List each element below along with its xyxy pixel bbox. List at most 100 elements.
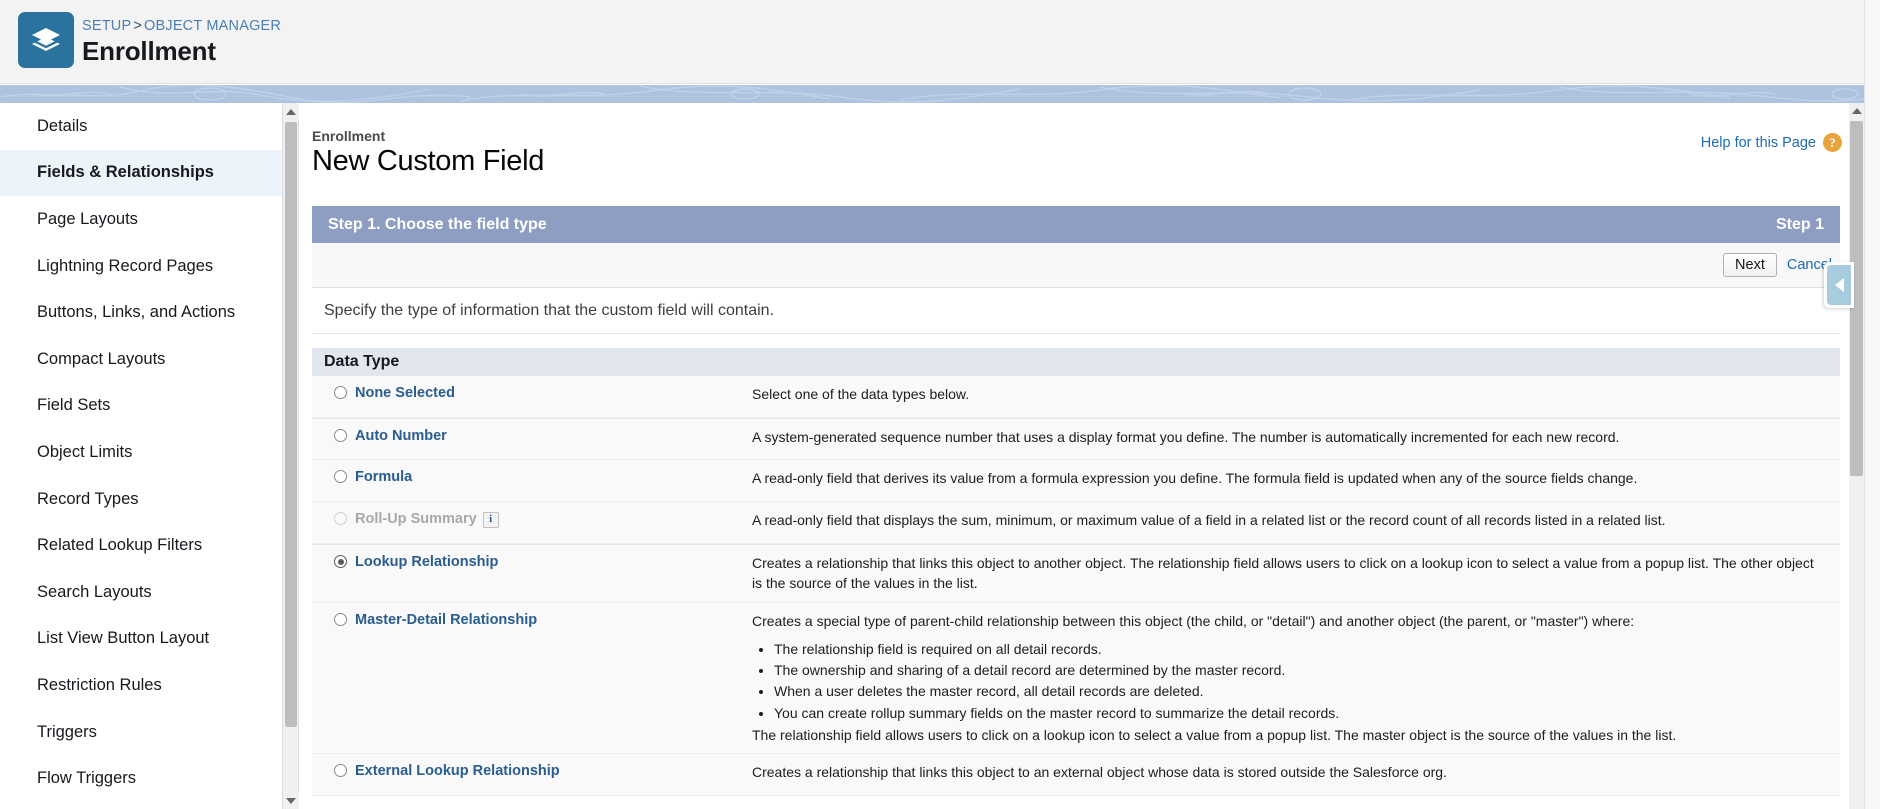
step-title: Step 1. Choose the field type <box>328 215 547 233</box>
data-type-label[interactable]: Formula <box>355 468 412 486</box>
scroll-up-arrow-icon[interactable] <box>1849 103 1864 119</box>
breadcrumb-setup-link[interactable]: SETUP <box>82 18 131 34</box>
list-item: You can create rollup summary fields on … <box>774 703 1816 723</box>
radio-formula[interactable] <box>334 470 347 483</box>
step-indicator: Step 1 <box>1775 215 1824 233</box>
content-header: Enrollment New Custom Field Help for thi… <box>300 103 1864 187</box>
help-for-this-page[interactable]: Help for this Page ? <box>1701 133 1842 152</box>
context-object-label: Enrollment <box>312 128 386 144</box>
description-text: Creates a relationship that links this o… <box>752 764 1447 781</box>
sidebar-item-field-sets[interactable]: Field Sets <box>0 383 282 430</box>
breadcrumb-object-manager-link[interactable]: OBJECT MANAGER <box>144 18 281 34</box>
sidebar-item-search-layouts[interactable]: Search Layouts <box>0 569 282 616</box>
sidebar-item-page-layouts[interactable]: Page Layouts <box>0 196 282 243</box>
data-type-list: None Selected Select one of the data typ… <box>312 376 1840 797</box>
sidebar-item-label: Buttons, Links, and Actions <box>37 303 236 322</box>
description-text: Select one of the data types below. <box>752 386 970 402</box>
action-bar: Next Cancel <box>312 243 1840 288</box>
next-button[interactable]: Next <box>1723 253 1777 277</box>
sidebar-item-buttons-links-and-actions[interactable]: Buttons, Links, and Actions <box>0 289 282 336</box>
sidebar-item-label: Fields & Relationships <box>37 163 214 182</box>
table-row[interactable]: Formula A read-only field that derives i… <box>312 460 1840 502</box>
scroll-down-arrow-icon[interactable] <box>283 792 299 809</box>
table-row[interactable]: None Selected Select one of the data typ… <box>312 376 1840 418</box>
sidebar-item-lightning-record-pages[interactable]: Lightning Record Pages <box>0 243 282 290</box>
list-item: The ownership and sharing of a detail re… <box>774 660 1816 680</box>
sidebar-item-fields-and-relationships[interactable]: Fields & Relationships <box>0 149 282 197</box>
data-type-description: Creates a special type of parent-child r… <box>752 611 1840 746</box>
table-row[interactable]: Master-Detail Relationship Creates a spe… <box>312 603 1840 755</box>
radio-lookup-relationship[interactable] <box>334 555 347 568</box>
data-type-label[interactable]: Auto Number <box>355 427 447 445</box>
description-text-after: The relationship field allows users to c… <box>752 727 1677 744</box>
sidebar-item-triggers[interactable]: Triggers <box>0 709 282 756</box>
sidebar-item-label: Record Types <box>37 489 139 508</box>
radio-none-selected[interactable] <box>334 386 347 399</box>
sidebar-item-object-limits[interactable]: Object Limits <box>0 429 282 476</box>
data-type-label[interactable]: External Lookup Relationship <box>355 762 560 780</box>
description-bullet-list: The relationship field is required on al… <box>752 639 1816 723</box>
breadcrumb-separator: > <box>133 18 143 34</box>
scroll-up-arrow-icon[interactable] <box>283 103 299 120</box>
table-row: Roll-Up Summary i A read-only field that … <box>312 502 1840 544</box>
sidebar-item-label: Triggers <box>37 722 97 741</box>
data-type-label: Roll-Up Summary i <box>355 510 499 528</box>
decorative-banner <box>0 85 1880 103</box>
description-text: Creates a relationship that links this o… <box>752 555 1814 592</box>
radio-master-detail-relationship[interactable] <box>334 612 347 626</box>
sidebar-item-label: Lightning Record Pages <box>37 256 214 275</box>
sidebar-item-label: Object Limits <box>37 442 133 461</box>
table-row[interactable]: Auto Number A system-generated sequence … <box>312 418 1840 460</box>
description-text: A read-only field that derives its value… <box>752 470 1638 486</box>
collapse-panel-tab[interactable] <box>1824 262 1854 308</box>
data-type-description: Creates a relationship that links this o… <box>752 553 1840 594</box>
sidebar-item-list-view-button-layout[interactable]: List View Button Layout <box>0 616 282 663</box>
page-title: Enrollment <box>82 36 216 66</box>
data-type-description: Select one of the data types below. <box>752 384 1840 409</box>
sidebar-item-label: Search Layouts <box>37 582 152 601</box>
sidebar-item-label: Details <box>37 116 88 135</box>
sidebar-nav: Details Fields & Relationships Page Layo… <box>0 103 283 809</box>
sidebar-item-flow-triggers[interactable]: Flow Triggers <box>0 755 282 802</box>
info-icon[interactable]: i <box>482 511 499 528</box>
data-type-description: Creates a relationship that links this o… <box>752 762 1840 787</box>
data-type-label[interactable]: Master-Detail Relationship <box>355 611 537 629</box>
sidebar-item-compact-layouts[interactable]: Compact Layouts <box>0 336 282 383</box>
breadcrumb: SETUP > OBJECT MANAGER <box>82 18 281 34</box>
radio-external-lookup-relationship[interactable] <box>334 764 347 778</box>
data-type-description: A read-only field that derives its value… <box>752 468 1840 493</box>
radio-roll-up-summary <box>334 512 347 525</box>
sidebar-item-label: Restriction Rules <box>37 675 162 694</box>
table-row[interactable]: Lookup Relationship Creates a relationsh… <box>312 544 1840 603</box>
data-type-section-header: Data Type <box>312 348 1840 376</box>
sidebar-item-restriction-rules[interactable]: Restriction Rules <box>0 662 282 709</box>
description-text: A read-only field that displays the sum,… <box>752 512 1666 528</box>
sidebar-item-label: List View Button Layout <box>37 629 210 648</box>
list-item: When a user deletes the master record, a… <box>774 681 1816 701</box>
sidebar-item-label: Compact Layouts <box>37 349 166 368</box>
question-mark-circle-icon[interactable]: ? <box>1823 133 1842 152</box>
sidebar-item-label: Flow Triggers <box>37 769 137 788</box>
data-type-description: A read-only field that displays the sum,… <box>752 510 1840 535</box>
data-type-label[interactable]: Lookup Relationship <box>355 553 498 571</box>
content-scrollbar[interactable] <box>1849 103 1864 809</box>
sidebar-item-related-lookup-filters[interactable]: Related Lookup Filters <box>0 522 282 569</box>
description-text: A system-generated sequence number that … <box>752 429 1620 445</box>
table-row[interactable]: External Lookup Relationship Creates a r… <box>312 754 1840 797</box>
window-scrollbar[interactable] <box>1864 0 1880 809</box>
help-link[interactable]: Help for this Page <box>1701 135 1816 151</box>
sidebar-item-record-types[interactable]: Record Types <box>0 476 282 523</box>
sidebar-scrollbar-thumb[interactable] <box>285 122 297 727</box>
description-text: Creates a special type of parent-child r… <box>752 612 1635 629</box>
sidebar-scrollbar[interactable] <box>283 103 299 809</box>
content-title: New Custom Field <box>312 145 545 177</box>
sidebar-item-label: Field Sets <box>37 396 111 415</box>
sidebar-item-label: Page Layouts <box>37 209 138 228</box>
app-header: SETUP > OBJECT MANAGER Enrollment <box>0 0 1880 84</box>
data-type-description: A system-generated sequence number that … <box>752 427 1840 451</box>
radio-auto-number[interactable] <box>334 429 347 442</box>
stack-layers-icon <box>18 12 74 68</box>
chevron-left-icon <box>1827 265 1851 305</box>
data-type-label[interactable]: None Selected <box>355 384 455 402</box>
sidebar-item-details[interactable]: Details <box>0 103 282 150</box>
